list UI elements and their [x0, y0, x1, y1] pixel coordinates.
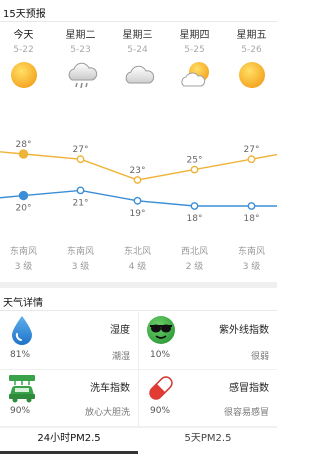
low-temp-point [190, 202, 199, 210]
wind-level: 3 级 [14, 262, 33, 272]
wind-column: 西北风 2 级 [167, 245, 222, 275]
tab-label: 5天PM2.5 [184, 433, 232, 444]
wind-column: 东南风 3 级 [0, 245, 51, 275]
low-temp-label: 18° [187, 214, 203, 224]
wind-column: 东南风 3 级 [224, 245, 279, 275]
uv-value: 很弱 [250, 352, 269, 362]
high-temp-point [18, 149, 29, 159]
cloudy-icon [123, 60, 154, 90]
wind-level: 2 级 [185, 262, 204, 272]
car-wash-percent: 90% [10, 406, 31, 416]
tab-24h-pm25[interactable]: 24小时PM2.5 [0, 428, 138, 454]
divider [0, 310, 277, 311]
tab-5day-pm25[interactable]: 5天PM2.5 [139, 428, 277, 454]
humidity-label: 湿度 [110, 325, 130, 336]
cold-value: 很容易感冒 [223, 408, 269, 418]
day-column[interactable]: 星期四 5-25 [167, 29, 222, 90]
sunny-icon [237, 60, 267, 90]
high-temp-point [190, 165, 199, 174]
wind-direction: 东南风 [9, 247, 37, 257]
divider [0, 21, 277, 22]
car-wash-icon [6, 373, 38, 407]
day-date: 5-23 [70, 45, 91, 55]
wind-column: 东南风 3 级 [53, 245, 108, 275]
pill-icon [145, 372, 177, 408]
high-temp-label: 27° [73, 145, 89, 155]
details-title: 天气详情 [3, 298, 43, 309]
forecast-title: 15天预报 [3, 9, 46, 20]
low-temp-point [133, 196, 142, 205]
sunglasses-icon [146, 315, 176, 349]
car-wash-value: 放心大胆洗 [84, 408, 130, 418]
car-wash-label: 洗车指数 [90, 383, 130, 394]
cold-percent: 90% [150, 406, 171, 416]
car-wash-card[interactable]: 90% 洗车指数 放心大胆洗 [0, 370, 138, 428]
humidity-card[interactable]: 81% 湿度 潮湿 [0, 312, 138, 370]
uv-card[interactable]: 10% 紫外线指数 很弱 [139, 312, 277, 370]
wind-direction: 东南风 [237, 247, 265, 257]
wind-direction: 东南风 [66, 247, 94, 257]
humidity-value: 潮湿 [111, 352, 130, 362]
low-temp-point [247, 202, 256, 210]
water-drop-icon [10, 315, 34, 349]
high-temp-label: 25° [187, 156, 203, 166]
section-divider [0, 282, 277, 288]
day-date: 5-24 [127, 45, 148, 55]
high-temp-label: 28° [16, 140, 32, 150]
high-temp-point [133, 176, 142, 184]
uv-percent: 10% [150, 350, 171, 360]
low-temp-label: 20° [16, 204, 32, 214]
low-temp-point [18, 190, 29, 201]
rain-icon [66, 60, 97, 90]
day-name: 星期二 [65, 30, 96, 41]
day-column[interactable]: 星期三 5-24 [110, 29, 165, 90]
wind-level: 4 级 [128, 262, 147, 272]
wind-level: 3 级 [71, 262, 90, 272]
high-temp-label: 23° [130, 166, 146, 176]
low-temp-label: 19° [130, 209, 146, 219]
tab-label: 24小时PM2.5 [37, 433, 101, 444]
high-temp-point [76, 155, 85, 164]
uv-label: 紫外线指数 [219, 325, 269, 336]
low-temp-point [76, 186, 85, 195]
wind-level: 3 级 [242, 262, 261, 272]
day-name: 星期三 [122, 30, 153, 41]
high-temp-point [247, 155, 256, 164]
wind-direction: 西北风 [180, 247, 208, 257]
day-date: 5-25 [184, 45, 205, 55]
day-name: 今天 [13, 30, 34, 41]
day-column[interactable]: 星期五 5-26 [224, 29, 279, 90]
low-temp-label: 21° [73, 198, 89, 208]
humidity-percent: 81% [10, 350, 31, 360]
day-name: 星期四 [179, 30, 210, 41]
partly-cloudy-icon [180, 60, 210, 90]
sunny-icon [9, 60, 39, 90]
wind-direction: 东北风 [123, 247, 151, 257]
cold-label: 感冒指数 [229, 383, 269, 394]
day-date: 5-22 [13, 45, 34, 55]
cold-card[interactable]: 90% 感冒指数 很容易感冒 [139, 370, 277, 428]
wind-column: 东北风 4 级 [110, 245, 165, 275]
low-temp-label: 18° [244, 214, 260, 224]
day-column[interactable]: 星期二 5-23 [53, 29, 108, 90]
day-name: 星期五 [236, 30, 267, 41]
day-column[interactable]: 今天 5-22 [0, 29, 51, 90]
high-temp-label: 27° [244, 145, 260, 155]
temperature-chart: 28° 27° 23° 25° 27° 20° 21° 19° 18° 18° [0, 140, 277, 224]
day-date: 5-26 [241, 45, 262, 55]
